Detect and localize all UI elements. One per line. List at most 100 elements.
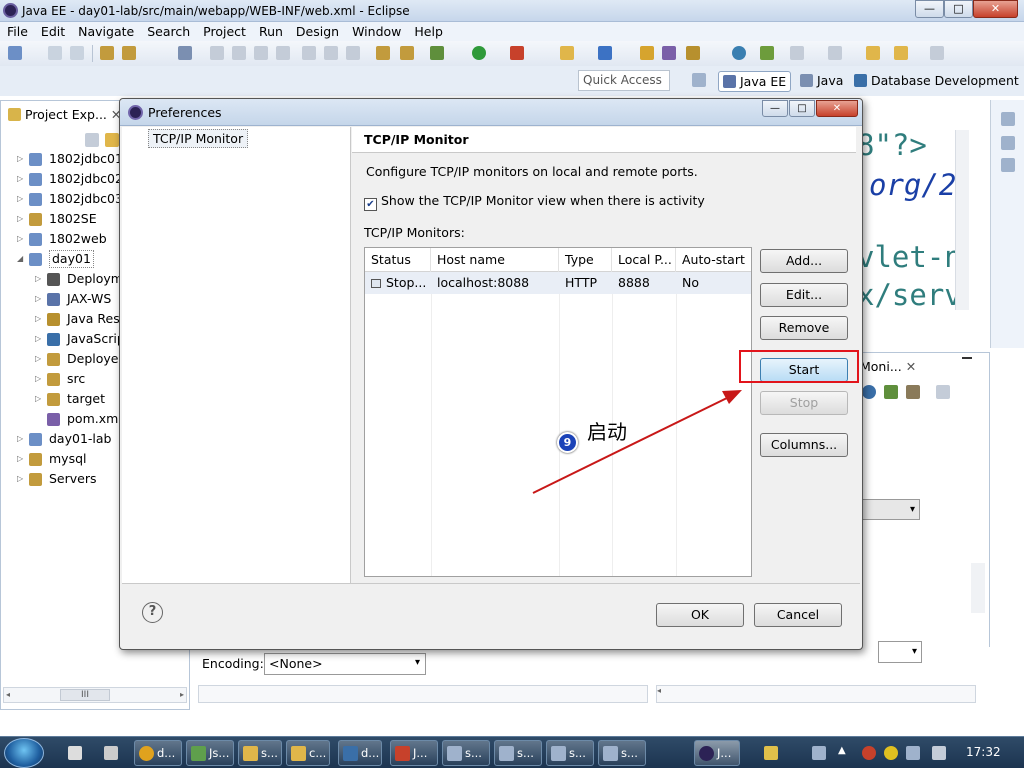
dialog-close-button[interactable]: ✕ <box>816 100 858 117</box>
previous-annotation-icon[interactable] <box>828 46 842 60</box>
sort-icon[interactable] <box>862 385 876 399</box>
tree-expand-icon[interactable] <box>35 409 43 429</box>
open-perspective-icon[interactable] <box>692 73 706 87</box>
editor-scrollbar[interactable] <box>955 130 969 310</box>
save-icon[interactable] <box>48 46 62 60</box>
menu-navigate[interactable]: Navigate <box>71 22 140 39</box>
task-list-icon[interactable] <box>1001 136 1015 150</box>
publish-icon[interactable] <box>122 46 136 60</box>
forward-icon[interactable] <box>930 46 944 60</box>
search-icon[interactable] <box>686 46 700 60</box>
tree-expand-icon[interactable]: ◢ <box>17 249 25 269</box>
column-status[interactable]: Status <box>365 248 431 272</box>
columns-button[interactable]: Columns... <box>760 433 848 457</box>
clock[interactable]: 17:32 <box>966 745 1001 759</box>
terminate-icon[interactable] <box>254 46 268 60</box>
build-icon[interactable] <box>100 46 114 60</box>
cmd-icon[interactable] <box>68 746 82 760</box>
taskbar-item-eclipse[interactable]: J... <box>694 740 740 766</box>
tray-yellow-icon[interactable] <box>884 746 898 760</box>
menu-design[interactable]: Design <box>289 22 345 39</box>
text-field[interactable] <box>198 685 648 703</box>
skip-breakpoints-icon[interactable] <box>178 46 192 60</box>
calculator-icon[interactable] <box>104 746 118 760</box>
column-local-port[interactable]: Local P... <box>612 248 676 272</box>
link-editor-icon[interactable] <box>105 133 119 147</box>
column-auto-start[interactable]: Auto-start <box>676 248 751 272</box>
new-server-icon[interactable] <box>560 46 574 60</box>
tree-expand-icon[interactable]: ▷ <box>17 169 25 189</box>
tree-expand-icon[interactable]: ▷ <box>17 209 25 229</box>
save-all-icon[interactable] <box>70 46 84 60</box>
close-tab-icon[interactable]: ✕ <box>906 359 916 374</box>
drop-to-frame-icon[interactable] <box>376 46 390 60</box>
debug-icon[interactable] <box>430 46 444 60</box>
taskbar-item-js[interactable]: Js... <box>186 740 234 766</box>
menu-search[interactable]: Search <box>140 22 196 39</box>
palette-icon[interactable] <box>1001 158 1015 172</box>
external-tools-icon[interactable] <box>510 46 524 60</box>
globe-icon[interactable] <box>732 46 746 60</box>
horizontal-scrollbar-2[interactable]: ◂ <box>656 685 976 703</box>
taskbar-item-s-3[interactable]: s... <box>546 740 594 766</box>
tree-expand-icon[interactable]: ▷ <box>35 329 43 349</box>
taskbar-item-folder-1[interactable]: s... <box>238 740 282 766</box>
edit-button[interactable]: Edit... <box>760 283 848 307</box>
table-row[interactable]: Stop... localhost:8088 HTTP 8888 No <box>365 272 751 294</box>
tree-expand-icon[interactable]: ▷ <box>17 149 25 169</box>
outline-icon[interactable] <box>1001 112 1015 126</box>
tab-tcpip-monitor[interactable]: Moni... ✕ <box>860 359 916 374</box>
keyboard-icon[interactable] <box>812 746 826 760</box>
taskbar-item-folder-2[interactable]: c... <box>286 740 330 766</box>
run-icon[interactable] <box>472 46 486 60</box>
tray-app-icon[interactable] <box>764 746 778 760</box>
menu-window[interactable]: Window <box>345 22 407 39</box>
tree-expand-icon[interactable]: ▷ <box>35 269 43 289</box>
remove-button[interactable]: Remove <box>760 316 848 340</box>
taskbar-item-mp[interactable]: d... <box>338 740 382 766</box>
tree-expand-icon[interactable]: ▷ <box>17 229 25 249</box>
minimize-view-icon[interactable] <box>962 357 972 359</box>
encoding-select-2[interactable]: ▾ <box>878 641 922 663</box>
open-type-icon[interactable] <box>640 46 654 60</box>
checkbox-checked-icon[interactable]: ✔ <box>364 198 377 211</box>
tree-expand-icon[interactable]: ▷ <box>35 309 43 329</box>
dropdown[interactable]: ▾ <box>858 499 920 520</box>
new-icon[interactable] <box>8 46 22 60</box>
suspend-icon[interactable] <box>232 46 246 60</box>
tree-expand-icon[interactable]: ▷ <box>35 349 43 369</box>
use-step-filters-icon[interactable] <box>400 46 414 60</box>
annotation-icon[interactable] <box>760 46 774 60</box>
column-host-name[interactable]: Host name <box>431 248 559 272</box>
tree-expand-icon[interactable]: ▷ <box>17 449 25 469</box>
tree-expand-icon[interactable]: ▷ <box>17 469 25 489</box>
taskbar-item-s-4[interactable]: s... <box>598 740 646 766</box>
close-button[interactable]: ✕ <box>973 0 1018 18</box>
column-type[interactable]: Type <box>559 248 612 272</box>
network-icon[interactable] <box>906 746 920 760</box>
taskbar-item-s-1[interactable]: s... <box>442 740 490 766</box>
encoding-select[interactable]: <None> ▾ <box>264 653 426 675</box>
perspective-java[interactable]: Java <box>796 71 847 92</box>
maximize-button[interactable]: □ <box>944 0 973 18</box>
clear-icon[interactable] <box>884 385 898 399</box>
tray-red-icon[interactable] <box>862 746 876 760</box>
next-annotation-icon[interactable] <box>790 46 804 60</box>
menu-edit[interactable]: Edit <box>34 22 71 39</box>
show-view-checkbox[interactable]: ✔ Show the TCP/IP Monitor view when there… <box>364 193 705 211</box>
taskbar-item-powerpoint[interactable]: J... <box>390 740 438 766</box>
cancel-button[interactable]: Cancel <box>754 603 842 627</box>
taskbar-item-s-2[interactable]: s... <box>494 740 542 766</box>
horizontal-scrollbar[interactable]: ◂ III ▸ <box>3 687 187 703</box>
tree-expand-icon[interactable]: ▷ <box>17 429 25 449</box>
perspective-database-development[interactable]: Database Development <box>850 71 1023 92</box>
step-return-icon[interactable] <box>346 46 360 60</box>
open-task-icon[interactable] <box>662 46 676 60</box>
menu-file[interactable]: File <box>0 22 34 39</box>
view-menu-icon[interactable] <box>936 385 950 399</box>
monitors-table[interactable]: Status Host name Type Local P... Auto-st… <box>364 247 752 577</box>
quick-access-input[interactable]: Quick Access <box>578 70 670 91</box>
help-icon[interactable]: ? <box>142 602 163 623</box>
stop-button[interactable]: Stop <box>760 391 848 415</box>
view-scrollbar[interactable] <box>971 563 985 613</box>
